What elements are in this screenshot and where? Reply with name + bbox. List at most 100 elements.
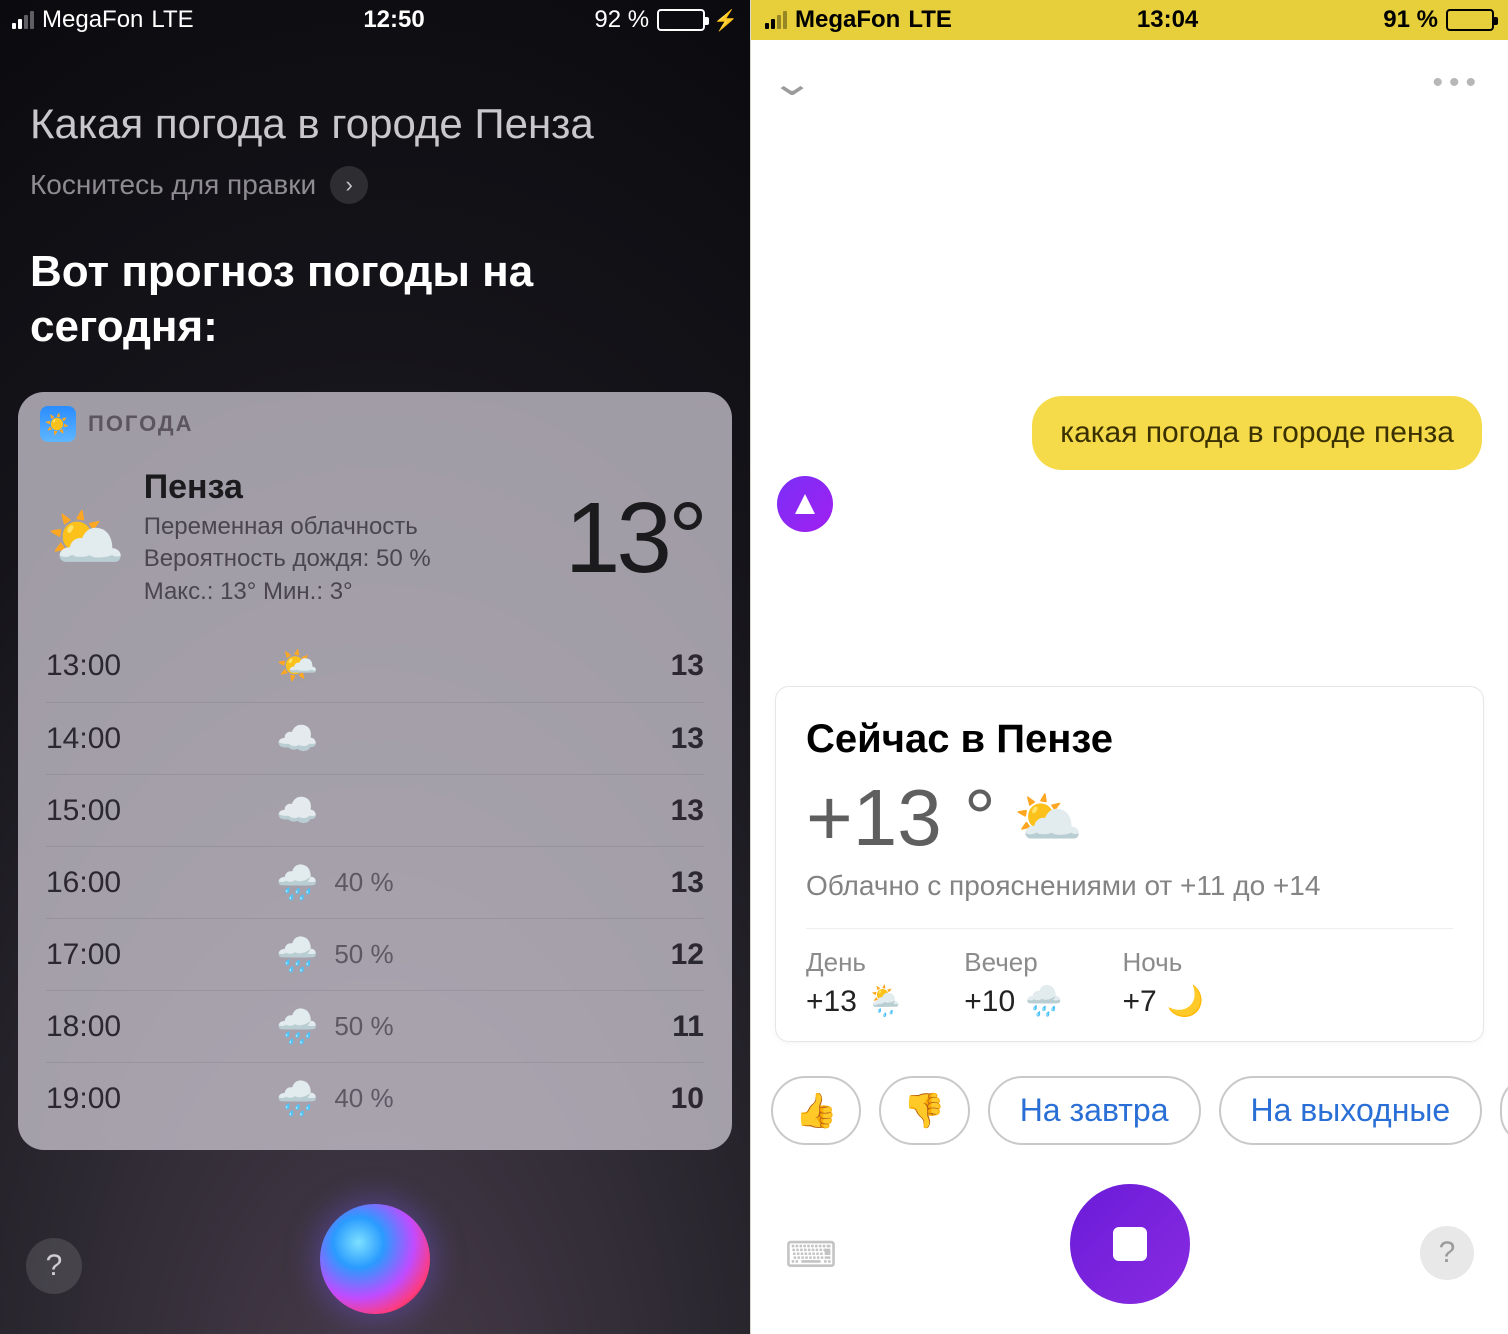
- weather-card-header: ☀️ ПОГОДА: [18, 392, 732, 450]
- day-parts: День +13 🌦️ Вечер +10 🌧️ Ночь+7🌙: [806, 947, 1453, 1019]
- siri-orb-button[interactable]: [320, 1204, 430, 1314]
- siri-bottom-bar: [0, 1184, 750, 1334]
- hour-temperature: 11: [644, 1010, 704, 1044]
- hour-temperature: 12: [644, 938, 704, 972]
- hourly-row: 19:00 🌧️ 40 % 10: [46, 1062, 704, 1134]
- signal-icon: [765, 11, 787, 29]
- hour-label: 19:00: [46, 1082, 166, 1116]
- stop-icon: [1113, 1227, 1147, 1261]
- hourly-forecast: 13:00 🌤️ 13 14:00 ☁️ 13 15:00 ☁️ 13 16:00 🌧️ 40 % 13…: [18, 630, 732, 1146]
- status-bar: MegaFon LTE 13:04 91 %: [751, 0, 1508, 40]
- temp-range: Макс.: 13° Мин.: 3°: [144, 576, 547, 608]
- day-part: День +13 🌦️: [806, 947, 904, 1019]
- weather-app-icon: ☀️: [40, 406, 76, 442]
- top-bar: ⌄ •••: [751, 40, 1508, 126]
- hourly-row: 14:00☁️13: [46, 702, 704, 774]
- charging-icon: ⚡: [713, 8, 738, 33]
- weather-current: ⛅ Пенза Переменная облачность Вероятност…: [18, 450, 732, 630]
- part-temperature: +10: [964, 985, 1015, 1019]
- siri-answer-text: Вот прогноз погоды на сегодня:: [0, 204, 750, 374]
- hour-temperature: 13: [644, 794, 704, 828]
- hour-label: 14:00: [46, 722, 166, 756]
- day-part: Вечер +10 🌧️: [964, 947, 1062, 1019]
- siri-query-text[interactable]: Какая погода в городе Пенза: [0, 40, 750, 158]
- hourly-row: 13:00 🌤️ 13: [46, 630, 704, 702]
- alice-avatar-icon[interactable]: [777, 476, 833, 532]
- part-temperature: +13: [806, 985, 857, 1019]
- weather-icon: 🌧️: [276, 935, 318, 975]
- weather-card[interactable]: Сейчас в Пензе +13 ° ⛅ Облачно с проясне…: [775, 686, 1484, 1042]
- weekend-chip[interactable]: На выходные: [1219, 1076, 1483, 1145]
- chevron-right-icon[interactable]: ›: [330, 166, 368, 204]
- voice-stop-button[interactable]: [1070, 1184, 1190, 1304]
- weather-card[interactable]: ☀️ ПОГОДА ⛅ Пенза Переменная облачность …: [18, 392, 732, 1150]
- precip-percent: 40 %: [334, 1083, 393, 1114]
- network-type: LTE: [908, 6, 952, 34]
- battery-icon: [1446, 9, 1494, 31]
- weather-icon: 🌧️: [276, 1007, 318, 1047]
- hour-label: 18:00: [46, 1010, 166, 1044]
- precip-percent: 50 %: [334, 939, 393, 970]
- conditions-label: Переменная облачность: [144, 511, 547, 543]
- thumbs-up-chip[interactable]: 👍: [771, 1076, 861, 1145]
- partly-cloudy-icon: ⛅: [1014, 785, 1084, 851]
- status-bar: MegaFon LTE 12:50 92 % ⚡: [0, 0, 750, 40]
- question-mark-icon: ?: [1439, 1236, 1456, 1270]
- thumbs-up-icon: 👍: [795, 1091, 837, 1131]
- siri-screen: MegaFon LTE 12:50 92 % ⚡ Какая погода в …: [0, 0, 750, 1334]
- part-label: Ночь: [1123, 947, 1205, 978]
- hour-label: 13:00: [46, 649, 166, 683]
- signal-icon: [12, 11, 34, 29]
- weather-icon: 🌧️: [276, 863, 318, 903]
- city-name: Пенза: [144, 468, 547, 507]
- user-message-bubble[interactable]: какая погода в городе пенза: [1032, 396, 1482, 470]
- hour-temperature: 13: [644, 866, 704, 900]
- battery-percent: 92 %: [594, 6, 649, 34]
- conditions-label: Облачно с прояснениями от +11 до +14: [806, 870, 1453, 902]
- day-part: Ночь+7🌙: [1123, 947, 1205, 1019]
- hour-temperature: 10: [644, 1082, 704, 1116]
- weather-icon: 🌧️: [276, 1079, 318, 1119]
- clock: 13:04: [1137, 6, 1198, 34]
- battery-percent: 91 %: [1383, 6, 1438, 34]
- chip-label: На выходные: [1251, 1092, 1451, 1129]
- more-chip[interactable]: C: [1500, 1076, 1508, 1145]
- hourly-row: 15:00 ☁️ 13: [46, 774, 704, 846]
- chip-label: На завтра: [1020, 1092, 1169, 1129]
- partly-cloudy-icon: ⛅: [46, 506, 126, 570]
- bottom-bar: [751, 1154, 1508, 1334]
- hourly-row: 16:00🌧️40 %13: [46, 846, 704, 918]
- part-label: Вечер: [964, 947, 1062, 978]
- more-options-icon[interactable]: •••: [1432, 66, 1482, 100]
- chevron-down-icon[interactable]: ⌄: [769, 62, 814, 104]
- weather-icon: ☁️: [276, 791, 318, 831]
- suggestion-chips: 👍 👎 На завтра На выходные C: [751, 1042, 1508, 1145]
- thumbs-down-chip[interactable]: 👎: [879, 1076, 969, 1145]
- hour-temperature: 13: [644, 649, 704, 683]
- weather-icon: 🌤️: [276, 646, 318, 686]
- network-type: LTE: [151, 6, 193, 34]
- help-button[interactable]: ?: [26, 1238, 82, 1294]
- divider: [806, 928, 1453, 929]
- weather-icon: 🌧️: [1025, 984, 1062, 1019]
- rain-probability: Вероятность дождя: 50 %: [144, 543, 547, 575]
- weather-icon: 🌙: [1167, 984, 1204, 1019]
- precip-percent: 50 %: [334, 1011, 393, 1042]
- alice-screen: MegaFon LTE 13:04 91 % ⌄ ••• какая погод…: [750, 0, 1508, 1334]
- part-label: День: [806, 947, 904, 978]
- carrier-label: MegaFon: [795, 6, 900, 34]
- keyboard-toggle-icon[interactable]: ⌨: [785, 1234, 837, 1276]
- chat-area: какая погода в городе пенза: [751, 126, 1508, 686]
- hourly-row: 18:00 🌧️ 50 % 11: [46, 990, 704, 1062]
- hour-label: 15:00: [46, 794, 166, 828]
- hourly-row: 17:00🌧️50 %12: [46, 918, 704, 990]
- edit-query-row[interactable]: Коснитесь для правки ›: [0, 158, 750, 204]
- edit-hint-label: Коснитесь для правки: [30, 169, 316, 201]
- help-button[interactable]: ?: [1420, 1226, 1474, 1280]
- card-title: Сейчас в Пензе: [806, 717, 1453, 762]
- current-temperature: +13 °: [806, 772, 996, 864]
- hour-label: 16:00: [46, 866, 166, 900]
- weather-icon: ☁️: [276, 719, 318, 759]
- weather-icon: 🌦️: [867, 984, 904, 1019]
- tomorrow-chip[interactable]: На завтра: [988, 1076, 1201, 1145]
